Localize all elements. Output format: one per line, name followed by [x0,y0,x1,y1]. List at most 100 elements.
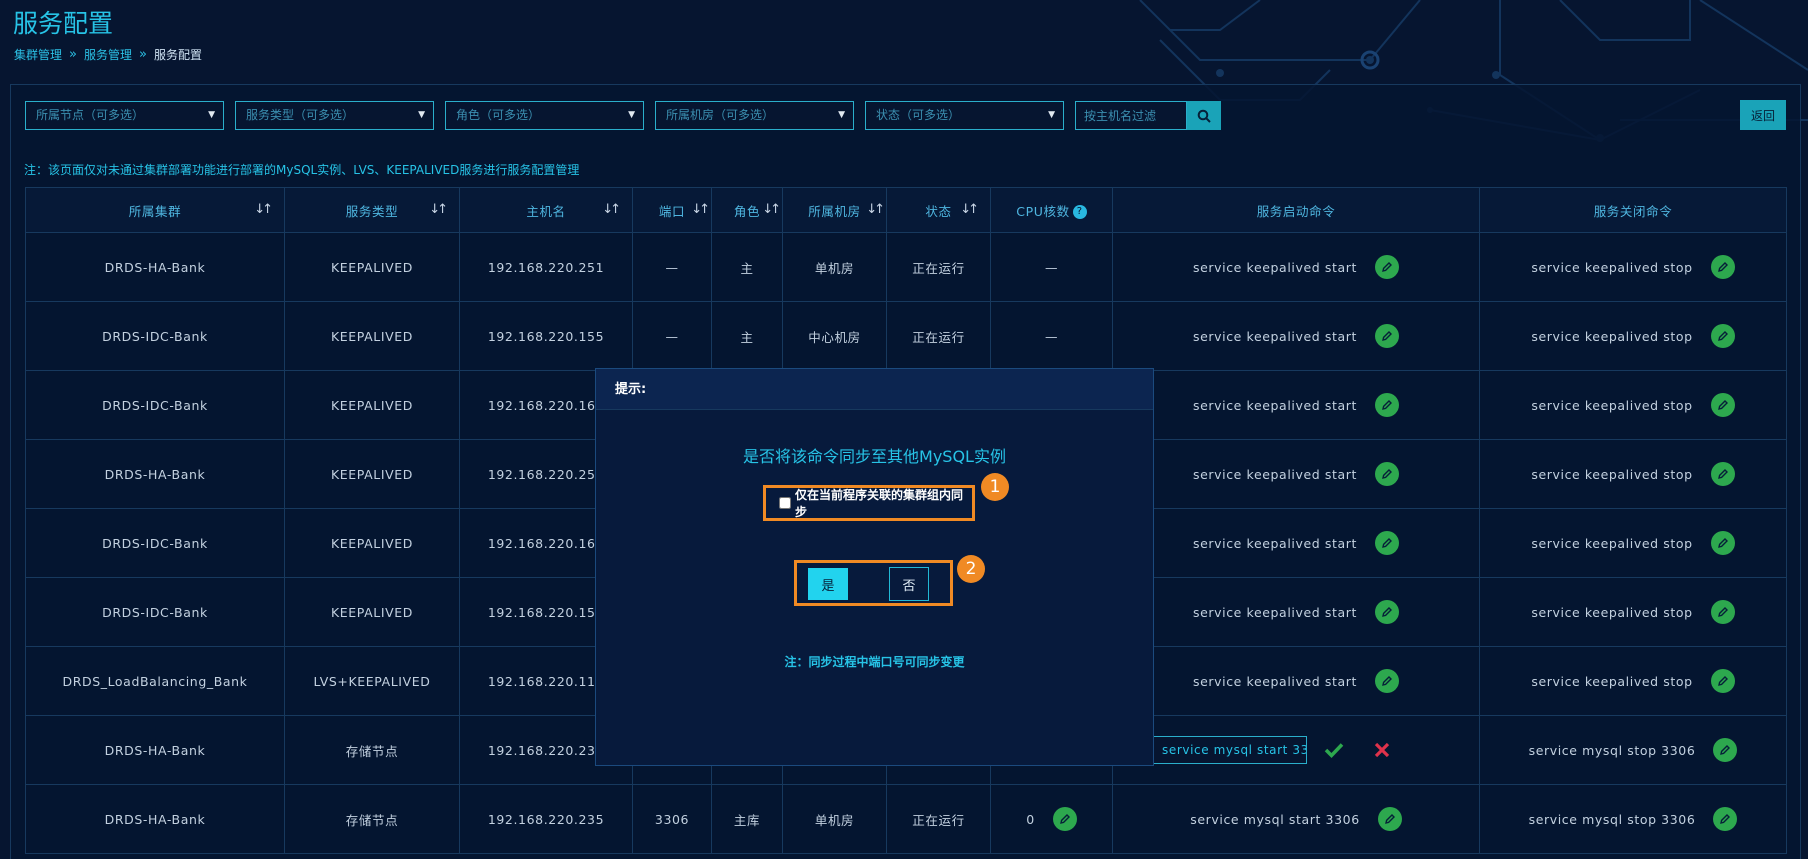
table-row: DRDS-HA-Bank KEEPALIVED 192.168.220.251 … [25,232,1787,302]
column-header-status[interactable]: 状态 ↓↑ [886,187,991,233]
pencil-icon [1717,400,1728,410]
sync-confirm-dialog: 提示: 是否将该命令同步至其他MySQL实例 仅在当前程序关联的集群组内同步 1… [595,368,1154,766]
edit-start-command-button[interactable] [1374,393,1399,417]
edit-stop-command-button[interactable] [1710,324,1735,348]
edit-stop-command-button[interactable] [1713,807,1738,831]
pencil-icon [1717,538,1728,548]
no-button[interactable]: 否 [889,567,929,601]
cell-cluster: DRDS-HA-Bank [25,232,285,302]
start-command-text: service mysql start 3306 [1190,811,1360,827]
start-command-text: service keepalived start [1193,397,1357,413]
pencil-icon [1717,331,1728,341]
edit-start-command-button[interactable] [1377,807,1402,831]
edit-start-command-button[interactable] [1374,255,1399,279]
pencil-icon [1382,469,1392,479]
stop-command-text: service keepalived stop [1531,397,1693,413]
cell-start-command: service mysql start 3306 [1112,784,1480,854]
cell-cpu: — [990,301,1113,371]
cell-cluster: DRDS-HA-Bank [25,784,285,854]
pencil-icon [1717,262,1728,272]
cell-cluster: DRDS-HA-Bank [25,439,285,509]
stop-command-text: service keepalived stop [1531,673,1693,689]
column-header-cluster[interactable]: 所属集群 ↓↑ [25,187,285,233]
back-button[interactable]: 返回 [1740,100,1786,130]
stop-command-text: service keepalived stop [1531,535,1693,551]
sort-icon[interactable]: ↓↑ [866,202,885,217]
cell-service-type: LVS+KEEPALIVED [284,646,460,716]
dialog-title: 提示: [596,369,1153,410]
edit-stop-command-button[interactable] [1713,738,1738,762]
stop-command-text: service mysql stop 3306 [1528,742,1696,758]
column-header-service-type[interactable]: 服务类型 ↓↑ [284,187,460,233]
edit-start-command-button[interactable] [1374,669,1399,693]
cell-room: 中心机房 [782,301,887,371]
column-header-host[interactable]: 主机名 ↓↑ [459,187,633,233]
sort-icon[interactable]: ↓↑ [602,202,621,217]
edit-start-command-button[interactable] [1374,531,1399,555]
check-icon [1324,743,1344,758]
cell-service-type: 存储节点 [284,784,460,854]
edit-stop-command-button[interactable] [1710,600,1735,624]
cell-service-type: KEEPALIVED [284,301,460,371]
column-header-role[interactable]: 角色 ↓↑ [711,187,783,233]
cell-service-type: KEEPALIVED [284,370,460,440]
cell-host: 192.168.220.155 [459,301,633,371]
table-row: DRDS-IDC-Bank KEEPALIVED 192.168.220.155… [25,301,1787,371]
cell-stop-command: service keepalived stop [1479,232,1787,302]
host-filter-input[interactable] [1075,101,1187,130]
role-filter-select[interactable]: 角色（可多选） ▼ [445,101,644,130]
column-header-room[interactable]: 所属机房 ↓↑ [782,187,887,233]
sort-icon[interactable]: ↓↑ [691,202,710,217]
edit-start-command-button[interactable] [1374,600,1399,624]
edit-stop-command-button[interactable] [1710,393,1735,417]
column-header-cpu: CPU核数? [990,187,1113,233]
stop-command-text: service mysql stop 3306 [1528,811,1696,827]
cell-stop-command: service keepalived stop [1479,370,1787,440]
breadcrumb-item-service-management[interactable]: 服务管理 [84,46,132,63]
stop-command-text: service keepalived stop [1531,328,1693,344]
service-type-filter-select[interactable]: 服务类型（可多选） ▼ [235,101,434,130]
cancel-edit-button[interactable] [1374,742,1390,758]
caret-down-icon: ▼ [418,110,425,120]
pencil-icon [1382,538,1392,548]
node-filter-label: 所属节点（可多选） [36,108,145,122]
node-filter-select[interactable]: 所属节点（可多选） ▼ [25,101,224,130]
cell-start-command: service keepalived start [1112,232,1480,302]
search-button[interactable] [1187,101,1221,130]
cell-status: 正在运行 [886,232,991,302]
breadcrumb-item-cluster-management[interactable]: 集群管理 [14,46,62,63]
cell-service-type: KEEPALIVED [284,232,460,302]
cell-service-type: KEEPALIVED [284,508,460,578]
cell-status: 正在运行 [886,784,991,854]
sort-icon[interactable]: ↓↑ [254,202,273,217]
caret-down-icon: ▼ [838,110,845,120]
start-command-edit-input[interactable]: service mysql start 3306 [1153,736,1307,764]
sort-icon[interactable]: ↓↑ [960,202,979,217]
start-command-text: service keepalived start [1193,535,1357,551]
room-filter-select[interactable]: 所属机房（可多选） ▼ [655,101,854,130]
edit-stop-command-button[interactable] [1710,531,1735,555]
sort-icon[interactable]: ↓↑ [429,202,448,217]
service-type-filter-label: 服务类型（可多选） [246,108,355,122]
pencil-icon [1382,331,1392,341]
status-filter-select[interactable]: 状态（可多选） ▼ [865,101,1064,130]
column-header-stop-command: 服务关闭命令 [1479,187,1787,233]
yes-button[interactable]: 是 [808,568,848,600]
edit-stop-command-button[interactable] [1710,669,1735,693]
sync-scope-checkbox-row[interactable]: 仅在当前程序关联的集群组内同步 [763,485,975,521]
help-icon[interactable]: ? [1072,205,1087,219]
edit-stop-command-button[interactable] [1710,462,1735,486]
edit-cpu-button[interactable] [1052,807,1077,831]
pencil-icon [1382,676,1392,686]
sync-scope-checkbox[interactable] [779,497,791,509]
cell-role: 主 [711,301,783,371]
cell-stop-command: service keepalived stop [1479,646,1787,716]
pencil-icon [1384,814,1395,824]
confirm-edit-button[interactable] [1324,742,1344,758]
cell-role: 主库 [711,784,783,854]
sort-icon[interactable]: ↓↑ [762,202,781,217]
edit-stop-command-button[interactable] [1710,255,1735,279]
edit-start-command-button[interactable] [1374,324,1399,348]
edit-start-command-button[interactable] [1374,462,1399,486]
column-header-port[interactable]: 端口 ↓↑ [632,187,712,233]
